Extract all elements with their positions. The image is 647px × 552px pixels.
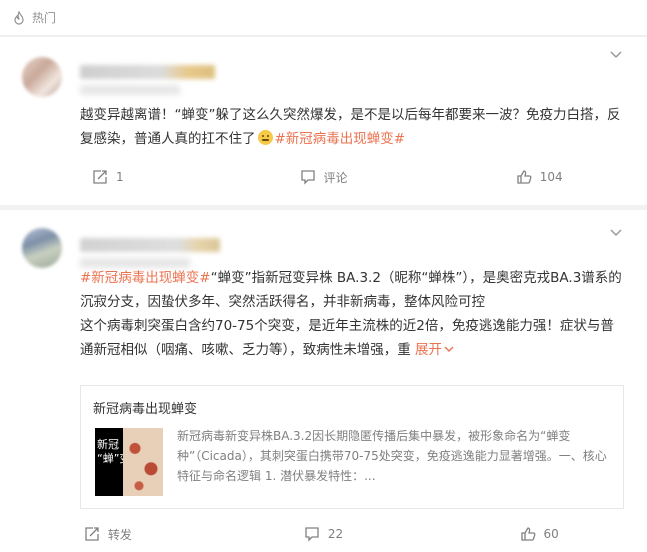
- comment-count: 22: [327, 527, 344, 541]
- avatar[interactable]: [22, 228, 62, 268]
- comment-button[interactable]: 22: [216, 519, 432, 549]
- linked-article-card[interactable]: 新冠病毒出现蝉变 新冠 “蝉”变 新冠病毒新变异株BA.3.2因长期隐匿传播后集…: [80, 385, 624, 509]
- virus-image: [123, 428, 163, 496]
- expand-label: 展开: [415, 342, 443, 358]
- repost-button[interactable]: 转发: [0, 519, 216, 549]
- repost-icon: [93, 170, 107, 184]
- comment-icon: [305, 527, 319, 542]
- chevron-down-icon[interactable]: [609, 225, 623, 239]
- chevron-down-icon: [444, 346, 454, 352]
- hashtag-link[interactable]: #新冠病毒出现蝉变#: [275, 131, 406, 147]
- post-text: 越变异越离谱！“蝉变”躲了这么久突然爆发，是不是以后每年都要来一波？免疫力白搭，…: [80, 103, 626, 151]
- hot-section-header: 热门: [0, 0, 647, 36]
- hashtag-link[interactable]: #新冠病毒出现蝉变#: [80, 270, 211, 286]
- avatar[interactable]: [22, 57, 62, 97]
- post-card-1: 越变异越离谱！“蝉变”躲了这么久突然爆发，是不是以后每年都要来一波？免疫力白搭，…: [0, 37, 647, 205]
- expand-link[interactable]: 展开: [415, 342, 454, 358]
- post-paragraph-1: #新冠病毒出现蝉变#“蝉变”指新冠变异株 BA.3.2（昵称“蝉株”），是奥密克…: [80, 266, 626, 314]
- repost-button[interactable]: 1: [0, 162, 216, 192]
- like-count: 104: [539, 170, 563, 184]
- post-text: #新冠病毒出现蝉变#“蝉变”指新冠变异株 BA.3.2（昵称“蝉株”），是奥密克…: [80, 266, 626, 362]
- thumbs-up-icon: [520, 527, 535, 541]
- comment-button[interactable]: 评论: [216, 162, 432, 192]
- like-button[interactable]: 60: [431, 519, 647, 549]
- repost-icon: [85, 527, 99, 541]
- article-title: 新冠病毒出现蝉变: [93, 402, 198, 417]
- username-blurred[interactable]: [80, 238, 220, 252]
- fire-icon: [14, 10, 24, 25]
- chevron-down-icon[interactable]: [609, 47, 623, 61]
- hot-label: 热门: [32, 11, 57, 25]
- thumbs-up-icon: [517, 170, 532, 184]
- comment-icon: [300, 170, 315, 185]
- thumbnail-text: 新冠 “蝉”变: [95, 428, 130, 496]
- article-thumbnail: 新冠 “蝉”变: [95, 428, 163, 496]
- comment-label: 评论: [323, 170, 348, 185]
- post-meta-blurred: [80, 85, 180, 95]
- post-paragraph-2: 这个病毒刺突蛋白含约70-75个突变，是近年主流株的近2倍，免疫逃逸能力强！症状…: [80, 314, 626, 362]
- post-actions: 1 评论 104: [0, 162, 647, 192]
- username-blurred[interactable]: [80, 65, 215, 79]
- repost-count: 1: [116, 170, 124, 184]
- repost-label: 转发: [107, 527, 132, 542]
- post-body-2: 这个病毒刺突蛋白含约70-75个突变，是近年主流株的近2倍，免疫逃逸能力强！症状…: [80, 318, 614, 358]
- like-count: 60: [543, 527, 559, 541]
- post-card-2: #新冠病毒出现蝉变#“蝉变”指新冠变异株 BA.3.2（昵称“蝉株”），是奥密克…: [0, 210, 647, 552]
- post-actions: 转发 22 60: [0, 519, 647, 549]
- article-description: 新冠病毒新变异株BA.3.2因长期隐匿传播后集中暴发，被形象命名为“蝉变种”（C…: [177, 429, 607, 483]
- like-button[interactable]: 104: [431, 162, 647, 192]
- grimace-emoji-icon: [257, 130, 273, 145]
